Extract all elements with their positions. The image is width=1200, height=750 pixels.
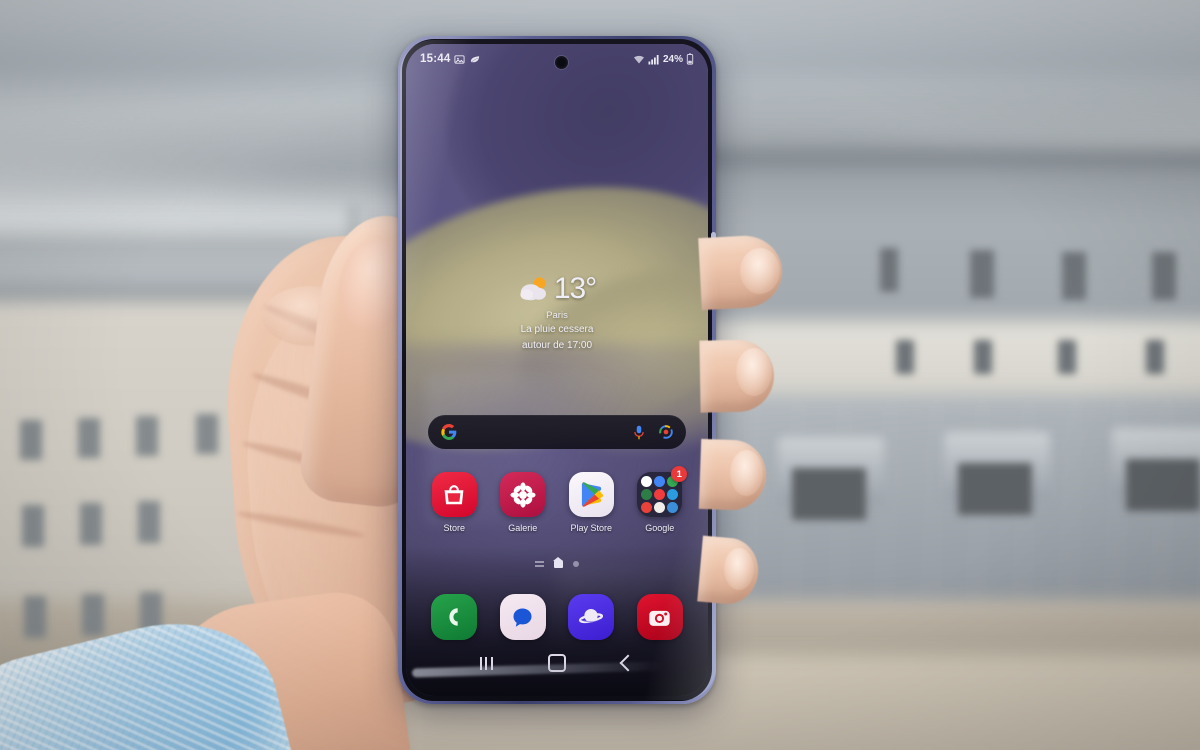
speech-bubble-glyph	[513, 607, 532, 627]
microphone-icon[interactable]	[633, 425, 645, 440]
window	[1062, 252, 1086, 300]
front-camera-punch-hole	[555, 56, 568, 69]
window	[136, 416, 158, 456]
app-galerie[interactable]: Galerie	[492, 472, 554, 533]
window	[896, 340, 914, 374]
window	[1152, 252, 1176, 300]
shopping-bag-glyph	[444, 484, 464, 504]
app-label: Galerie	[508, 523, 538, 533]
window	[78, 418, 100, 458]
middle-fingernail	[736, 348, 772, 396]
screenshot-icon	[454, 54, 465, 64]
app-label: Google	[645, 523, 675, 533]
window	[974, 340, 992, 374]
camera-body-glyph	[649, 610, 670, 626]
weather-description-line2: autour de 17:00	[521, 340, 593, 351]
window	[1146, 340, 1164, 374]
handset-glyph	[449, 608, 458, 626]
messages-icon[interactable]	[499, 594, 546, 640]
app-label: Play Store	[570, 523, 613, 533]
dock-item-camera[interactable]	[636, 594, 683, 640]
gallery-flower-icon[interactable]	[500, 472, 546, 517]
page-indicator[interactable]	[406, 557, 708, 568]
window	[196, 414, 218, 454]
folder-app-icon	[667, 502, 679, 513]
app-play-store[interactable]: Play Store	[560, 472, 622, 533]
status-bar-right: 24%	[633, 53, 694, 65]
weather-temperature: 13°	[553, 272, 597, 305]
app-store[interactable]: Store	[423, 472, 485, 533]
weather-widget[interactable]: 13° Paris La pluie cessera autour de 17:…	[406, 274, 708, 353]
play-triangle-glyph	[581, 482, 603, 507]
index-fingernail	[740, 248, 780, 294]
window	[80, 503, 102, 545]
browser-internet-icon[interactable]	[568, 594, 615, 640]
folder-app-icon	[641, 476, 653, 487]
google-lens-icon[interactable]	[659, 425, 673, 439]
weather-city: Paris	[546, 310, 568, 321]
sun-behind-cloud-icon	[520, 277, 546, 301]
battery-percent-label: 24%	[662, 53, 683, 65]
folder-app-icon	[667, 489, 679, 500]
app-folder-google[interactable]: 1 Google	[629, 466, 691, 533]
status-bar-left: 15:44	[420, 53, 481, 65]
screenshot-scene: 15:44 24% 13° Paris La pluie cessera aut…	[0, 0, 1200, 750]
weather-main-row: 13°	[406, 274, 708, 304]
camera-icon[interactable]	[636, 594, 683, 640]
signal-icon	[648, 54, 659, 64]
dock	[420, 594, 694, 640]
app-grid-row: Store Galerie Play Store 1 Google	[420, 466, 694, 533]
planet-glyph	[579, 608, 604, 624]
window	[20, 420, 42, 460]
window	[1058, 340, 1076, 374]
dock-item-messages[interactable]	[499, 594, 546, 640]
app-label: Store	[443, 523, 465, 533]
page-dot-third[interactable]	[573, 561, 579, 567]
page-dot-apps-list[interactable]	[535, 560, 544, 568]
dormer-glass	[792, 468, 866, 520]
galaxy-store-icon[interactable]	[431, 472, 477, 517]
page-dot-home-active[interactable]	[553, 557, 563, 568]
battery-icon	[686, 53, 694, 65]
play-store-icon[interactable]	[568, 472, 614, 517]
window	[970, 250, 994, 298]
search-bar-actions	[633, 425, 673, 440]
dormer-glass	[1126, 459, 1200, 511]
folder-notification-badge: 1	[671, 466, 688, 482]
google-g-icon	[441, 424, 457, 440]
flower-glyph	[510, 481, 536, 508]
folder-app-icon	[641, 489, 653, 500]
google-search-bar[interactable]	[428, 415, 686, 449]
folder-app-icon	[654, 502, 666, 513]
little-fingernail	[724, 548, 754, 590]
window	[24, 596, 46, 638]
phone-screen[interactable]: 15:44 24% 13° Paris La pluie cessera aut…	[406, 44, 708, 696]
window	[138, 501, 160, 543]
window	[22, 505, 44, 547]
phone-icon[interactable]	[431, 594, 478, 640]
dock-item-internet[interactable]	[568, 594, 615, 640]
window	[880, 248, 898, 292]
dock-item-phone[interactable]	[431, 594, 478, 640]
ring-fingernail	[730, 450, 763, 496]
folder-app-icon	[654, 476, 666, 487]
google-folder-icon[interactable]: 1	[637, 466, 688, 517]
leaf-icon	[471, 55, 480, 62]
dormer-glass	[958, 463, 1032, 515]
status-bar-clock: 15:44	[420, 53, 451, 65]
folder-app-icon	[654, 489, 666, 500]
wifi-icon	[633, 55, 644, 63]
weather-description-line1: La pluie cessera	[520, 324, 594, 335]
window	[82, 594, 104, 636]
folder-app-icon	[641, 502, 653, 513]
